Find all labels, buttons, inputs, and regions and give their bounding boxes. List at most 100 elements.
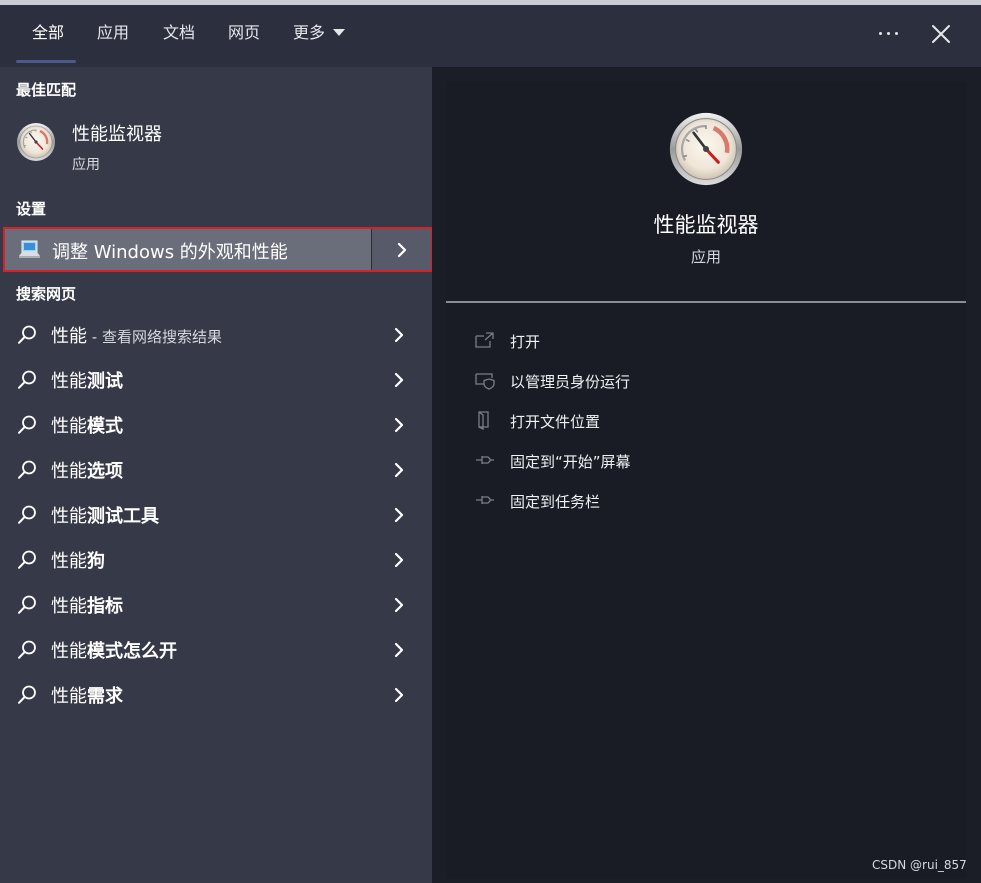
tab-all[interactable]: 全部 [32,5,64,67]
best-match-subtitle: 应用 [72,157,100,173]
ellipsis-dot [887,32,890,35]
chevron-right-icon [392,371,406,389]
action-pin-to-start[interactable]: 固定到“开始”屏幕 [474,445,944,475]
detail-subtitle: 应用 [690,248,721,266]
web-result-label: 性能测试工具 [51,502,159,528]
chevron-right-icon [392,686,406,704]
web-result-label: 性能测试 [51,367,123,393]
suggestion-text: 模式怎么开 [87,641,177,662]
file-location-icon [478,411,489,430]
web-result-item[interactable]: 性能模式 [0,402,432,447]
web-result-label: 性能模式 [51,412,123,438]
chevron-right-icon [392,416,406,434]
query-text: 性能 [51,461,87,482]
setting-expand-button[interactable] [371,229,431,270]
search-icon [16,684,38,706]
suggestion-text: 选项 [87,461,123,482]
web-result-hint: - 查看网络搜索结果 [87,328,222,346]
action-label: 以管理员身份运行 [510,373,631,391]
active-tab-indicator [16,60,76,63]
suggestion-text: 指标 [87,596,123,617]
chevron-right-icon [392,326,406,344]
shield-admin-icon [475,373,495,390]
query-text: 性能 [51,371,87,392]
web-result-item[interactable]: 性能指标 [0,582,432,627]
action-label: 打开文件位置 [510,413,601,431]
detail-pane: 性能监视器 应用 打开 以管理员身份运行 打开文件位置 固定到“开始”屏幕 固定… [432,67,981,883]
search-icon [16,594,38,616]
search-icon [16,324,38,346]
query-text: 性能 [51,326,87,347]
tab-web[interactable]: 网页 [228,5,260,67]
results-list: 最佳匹配 性能监视器 应用 设置 调整 Windows 的外观和性能 搜索网页 … [0,67,433,883]
chevron-right-icon [392,551,406,569]
suggestion-text: 需求 [87,686,123,707]
web-result-item[interactable]: 性能 - 查看网络搜索结果 [0,312,432,357]
chevron-right-icon [392,596,406,614]
chevron-right-icon [395,241,409,259]
action-open[interactable]: 打开 [474,325,944,355]
suggestion-text: 测试 [87,371,123,392]
web-result-item[interactable]: 性能测试 [0,357,432,402]
web-result-item[interactable]: 性能狗 [0,537,432,582]
action-run-as-admin[interactable]: 以管理员身份运行 [474,365,944,395]
tab-apps[interactable]: 应用 [97,5,129,67]
close-icon[interactable] [928,21,954,47]
suggestion-text: 狗 [87,551,105,572]
pin-start-icon [476,456,494,464]
action-label: 固定到任务栏 [510,493,601,511]
chevron-right-icon [392,641,406,659]
suggestion-text: 模式 [87,416,123,437]
web-result-label: 性能选项 [51,457,123,483]
search-icon [16,414,38,436]
query-text: 性能 [51,416,87,437]
tab-more-label: 更多 [293,23,326,42]
query-text: 性能 [51,596,87,617]
query-text: 性能 [51,551,87,572]
watermark: CSDN @rui_857 [872,858,967,872]
search-icon [16,549,38,571]
search-icon [16,504,38,526]
laptop-settings-icon [19,240,40,258]
query-text: 性能 [51,686,87,707]
setting-adjust-appearance-performance[interactable]: 调整 Windows 的外观和性能 [3,227,433,272]
more-options-button[interactable] [876,15,902,45]
detail-title: 性能监视器 [653,213,759,237]
search-icon [16,369,38,391]
web-result-item[interactable]: 性能需求 [0,672,432,717]
ellipsis-dot [895,32,898,35]
tab-more[interactable]: 更多 [293,5,346,67]
web-result-label: 性能需求 [51,682,123,708]
search-icon [16,639,38,661]
web-result-label: 性能狗 [51,547,105,573]
chevron-down-icon [333,28,346,36]
chevron-right-icon [392,461,406,479]
query-text: 性能 [51,506,87,527]
web-result-item[interactable]: 性能测试工具 [0,492,432,537]
pin-taskbar-icon [476,496,494,504]
tab-documents[interactable]: 文档 [163,5,195,67]
web-result-label: 性能 - 查看网络搜索结果 [51,322,222,348]
best-match-title: 性能监视器 [72,124,162,145]
web-result-item[interactable]: 性能模式怎么开 [0,627,432,672]
action-open-file-location[interactable]: 打开文件位置 [474,405,944,435]
web-result-item[interactable]: 性能选项 [0,447,432,492]
performance-monitor-gauge-icon [16,122,56,162]
web-result-label: 性能模式怎么开 [51,637,177,663]
action-label: 固定到“开始”屏幕 [510,453,631,471]
action-pin-to-taskbar[interactable]: 固定到任务栏 [474,485,944,515]
settings-heading: 设置 [16,200,47,218]
open-external-icon [475,332,494,348]
chevron-right-icon [392,506,406,524]
setting-main-area[interactable]: 调整 Windows 的外观和性能 [5,229,371,270]
search-filter-tabs: 全部 应用 文档 网页 更多 [0,5,981,67]
suggestion-text: 测试工具 [87,506,159,527]
performance-monitor-gauge-icon [668,111,744,187]
ellipsis-icon [879,32,882,35]
search-icon [16,459,38,481]
best-match-heading: 最佳匹配 [16,81,77,99]
query-text: 性能 [51,641,87,662]
web-result-label: 性能指标 [51,592,123,618]
action-label: 打开 [510,333,541,351]
setting-label: 调整 Windows 的外观和性能 [52,242,288,263]
